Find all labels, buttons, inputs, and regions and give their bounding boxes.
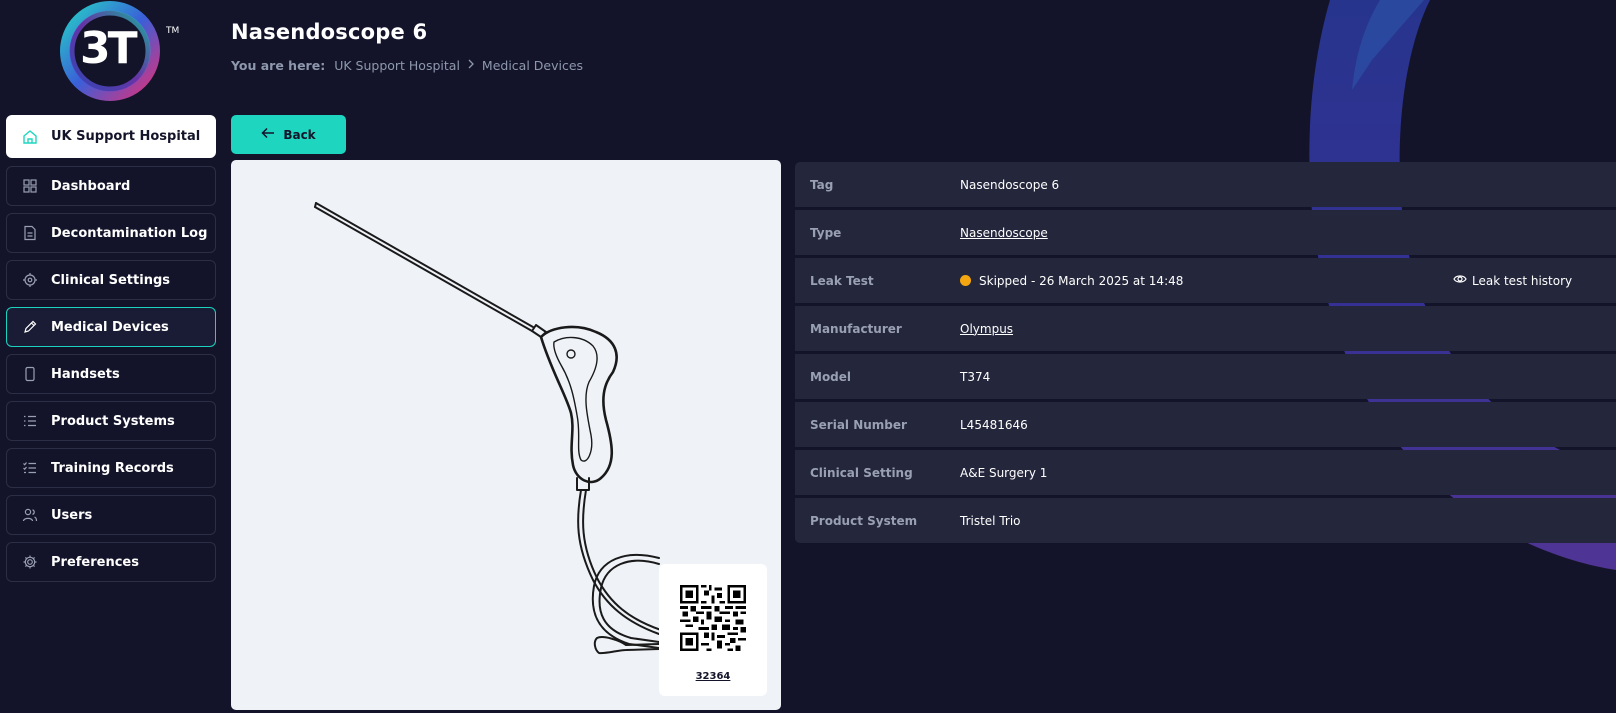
sidebar-item-label: Users	[51, 507, 93, 523]
sidebar-item-medical-devices[interactable]: Medical Devices	[6, 307, 216, 347]
detail-row-serial-number: Serial Number L45481646	[795, 402, 1616, 447]
back-button-label: Back	[283, 127, 316, 142]
qr-code	[680, 585, 746, 651]
breadcrumb: You are here: UK Support Hospital Medica…	[231, 58, 583, 73]
users-icon	[22, 507, 38, 523]
breadcrumb-link-medical-devices[interactable]: Medical Devices	[482, 58, 583, 73]
breadcrumb-link-hospital[interactable]: UK Support Hospital	[334, 58, 460, 73]
detail-row-clinical-setting: Clinical Setting A&E Surgery 1	[795, 450, 1616, 495]
checklist-icon	[22, 460, 38, 476]
breadcrumb-prefix: You are here:	[231, 58, 326, 73]
detail-label: Model	[810, 369, 852, 384]
sidebar-nav: UK Support Hospital Dashboard Decontamin…	[6, 115, 216, 589]
status-dot-icon	[960, 275, 971, 286]
document-icon	[22, 225, 38, 241]
sidebar-item-label: Handsets	[51, 366, 120, 382]
detail-value-clinical-setting: A&E Surgery 1	[960, 465, 1048, 480]
device-image-panel: 32364	[231, 160, 781, 710]
detail-label: Serial Number	[810, 417, 907, 432]
qr-code-number[interactable]: 32364	[659, 671, 767, 682]
sidebar-item-label: Medical Devices	[51, 319, 169, 335]
sidebar-item-training-records[interactable]: Training Records	[6, 448, 216, 488]
leak-test-status-text: Skipped - 26 March 2025 at 14:48	[979, 273, 1184, 288]
detail-value-manufacturer-link[interactable]: Olympus	[960, 322, 1013, 336]
detail-row-product-system: Product System Tristel Trio	[795, 498, 1616, 543]
detail-value-leak-test: Skipped - 26 March 2025 at 14:48	[960, 274, 1183, 288]
sidebar-item-product-systems[interactable]: Product Systems	[6, 401, 216, 441]
sidebar-item-label: Decontamination Log	[51, 225, 208, 241]
logo-text: 3T	[80, 23, 138, 74]
detail-label: Clinical Setting	[810, 465, 913, 480]
leak-test-history-label: Leak test history	[1472, 273, 1573, 288]
detail-value-tag: Nasendoscope 6	[960, 177, 1060, 192]
detail-value-product-system: Tristel Trio	[960, 513, 1021, 528]
sidebar-item-label: Product Systems	[51, 413, 175, 429]
detail-label: Manufacturer	[810, 321, 902, 336]
sidebar-item-clinical-settings[interactable]: Clinical Settings	[6, 260, 216, 300]
page-title: Nasendoscope 6	[231, 20, 428, 44]
arrow-left-icon	[261, 127, 275, 142]
list-icon	[22, 413, 38, 429]
sidebar-item-label: UK Support Hospital	[51, 129, 201, 144]
chevron-right-icon	[467, 59, 475, 72]
eye-icon	[1453, 273, 1467, 288]
gear-icon	[22, 554, 38, 570]
brand-logo[interactable]: 3T	[58, 0, 163, 102]
home-icon	[22, 129, 38, 145]
sidebar-item-users[interactable]: Users	[6, 495, 216, 535]
detail-label: Leak Test	[810, 273, 874, 288]
detail-value-serial-number: L45481646	[960, 417, 1028, 432]
qr-code-card: 32364	[659, 564, 767, 696]
sidebar-item-decontamination-log[interactable]: Decontamination Log	[6, 213, 216, 253]
detail-row-manufacturer: Manufacturer Olympus	[795, 306, 1616, 351]
detail-value-type-link[interactable]: Nasendoscope	[960, 226, 1048, 240]
back-button[interactable]: Back	[231, 115, 346, 154]
pen-icon	[22, 319, 38, 335]
trademark-symbol: TM	[166, 26, 180, 36]
sidebar-item-label: Clinical Settings	[51, 272, 170, 288]
detail-row-leak-test: Leak Test Skipped - 26 March 2025 at 14:…	[795, 258, 1616, 303]
target-icon	[22, 272, 38, 288]
sidebar-item-label: Dashboard	[51, 178, 131, 194]
sidebar-item-home[interactable]: UK Support Hospital	[6, 115, 216, 158]
detail-row-model: Model T374	[795, 354, 1616, 399]
detail-label: Type	[810, 225, 842, 240]
sidebar-item-label: Preferences	[51, 554, 139, 570]
detail-row-tag: Tag Nasendoscope 6	[795, 162, 1616, 207]
sidebar-item-preferences[interactable]: Preferences	[6, 542, 216, 582]
dashboard-icon	[22, 178, 38, 194]
detail-label: Tag	[810, 177, 834, 192]
sidebar-item-label: Training Records	[51, 460, 174, 476]
sidebar-item-dashboard[interactable]: Dashboard	[6, 166, 216, 206]
leak-test-history-link[interactable]: Leak test history	[1453, 258, 1572, 303]
detail-row-type: Type Nasendoscope	[795, 210, 1616, 255]
sidebar-item-handsets[interactable]: Handsets	[6, 354, 216, 394]
detail-label: Product System	[810, 513, 918, 528]
detail-value-model: T374	[960, 369, 991, 384]
device-details-table: Tag Nasendoscope 6 Type Nasendoscope Lea…	[795, 162, 1616, 546]
phone-icon	[22, 366, 38, 382]
